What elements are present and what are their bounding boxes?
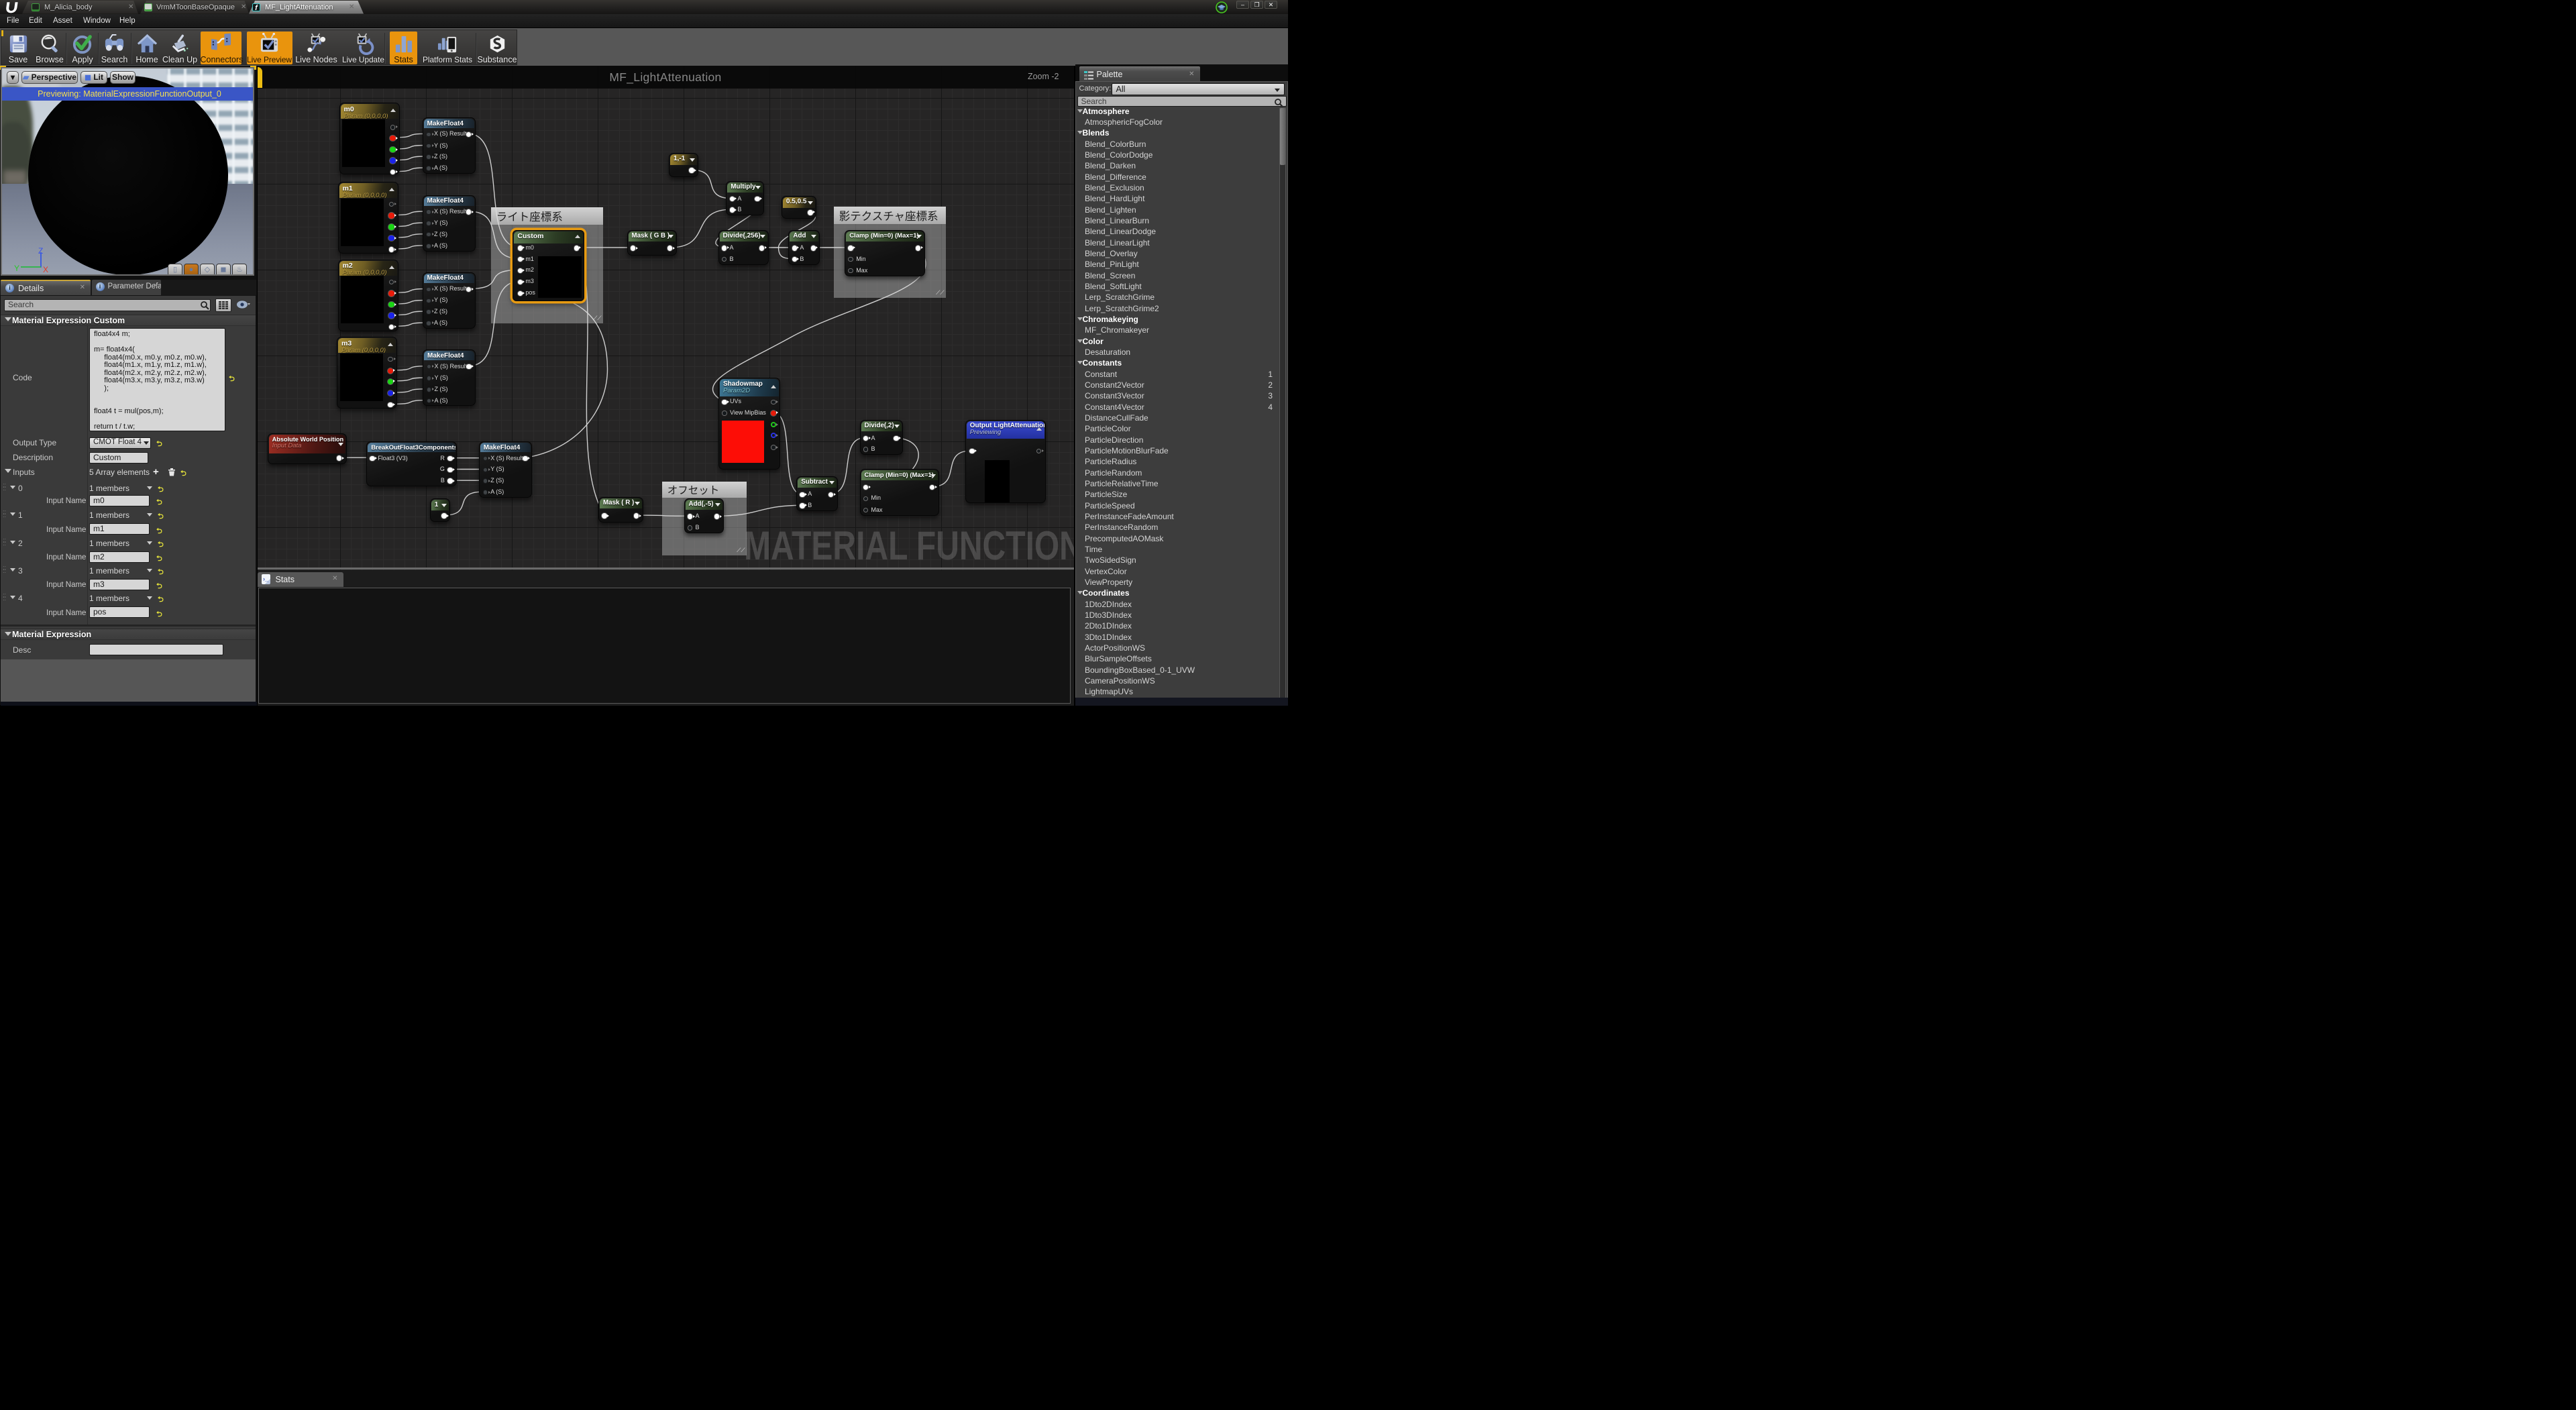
svg-text:Y: Y xyxy=(14,264,19,273)
svg-text:X: X xyxy=(43,265,48,274)
svg-text:Z: Z xyxy=(38,247,43,256)
